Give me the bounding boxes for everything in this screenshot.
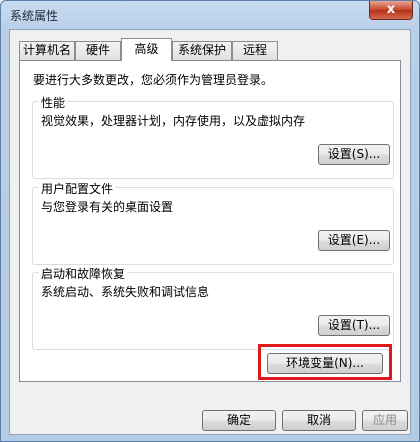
close-button[interactable]: x [369,1,413,20]
performance-settings-button[interactable]: 设置(S)... [318,144,390,165]
admin-note: 要进行大多数更改，您必须作为管理员登录。 [33,73,274,87]
tab-computer-name[interactable]: 计算机名 [19,41,75,60]
user-profiles-group-title: 用户配置文件 [39,180,116,197]
ok-button[interactable]: 确定 [202,410,276,431]
startup-recovery-description: 系统启动、系统失败和调试信息 [41,285,210,299]
title-bar[interactable]: 系统属性 x [1,1,419,29]
cancel-button[interactable]: 取消 [282,410,356,431]
apply-button[interactable]: 应用 [362,410,408,431]
tab-hardware[interactable]: 硬件 [75,41,121,60]
startup-recovery-group-title: 启动和故障恢复 [39,265,128,282]
system-properties-window: 系统属性 x 计算机名 硬件 高级 系统保护 远程 要进行大多数更改，您必须作为… [0,0,420,442]
startup-recovery-settings-button[interactable]: 设置(T)... [318,315,390,336]
window-title: 系统属性 [10,9,59,23]
tab-system-protection[interactable]: 系统保护 [172,41,232,60]
close-icon: x [386,2,396,17]
performance-description: 视觉效果，处理器计划，内存使用，以及虚拟内存 [41,114,306,128]
user-profiles-group: 用户配置文件 与您登录有关的桌面设置 设置(E)... [32,180,394,265]
user-profiles-settings-button[interactable]: 设置(E)... [318,230,390,251]
performance-group-title: 性能 [39,94,68,111]
highlight-box [258,344,392,380]
startup-recovery-group: 启动和故障恢复 系统启动、系统失败和调试信息 设置(T)... [32,265,394,350]
tab-remote[interactable]: 远程 [232,41,278,60]
advanced-tab-panel: 要进行大多数更改，您必须作为管理员登录。 性能 视觉效果，处理器计划，内存使用，… [19,60,401,382]
tab-advanced[interactable]: 高级 [121,38,172,61]
performance-group: 性能 视觉效果，处理器计划，内存使用，以及虚拟内存 设置(S)... [32,94,394,179]
user-profiles-description: 与您登录有关的桌面设置 [41,200,174,214]
